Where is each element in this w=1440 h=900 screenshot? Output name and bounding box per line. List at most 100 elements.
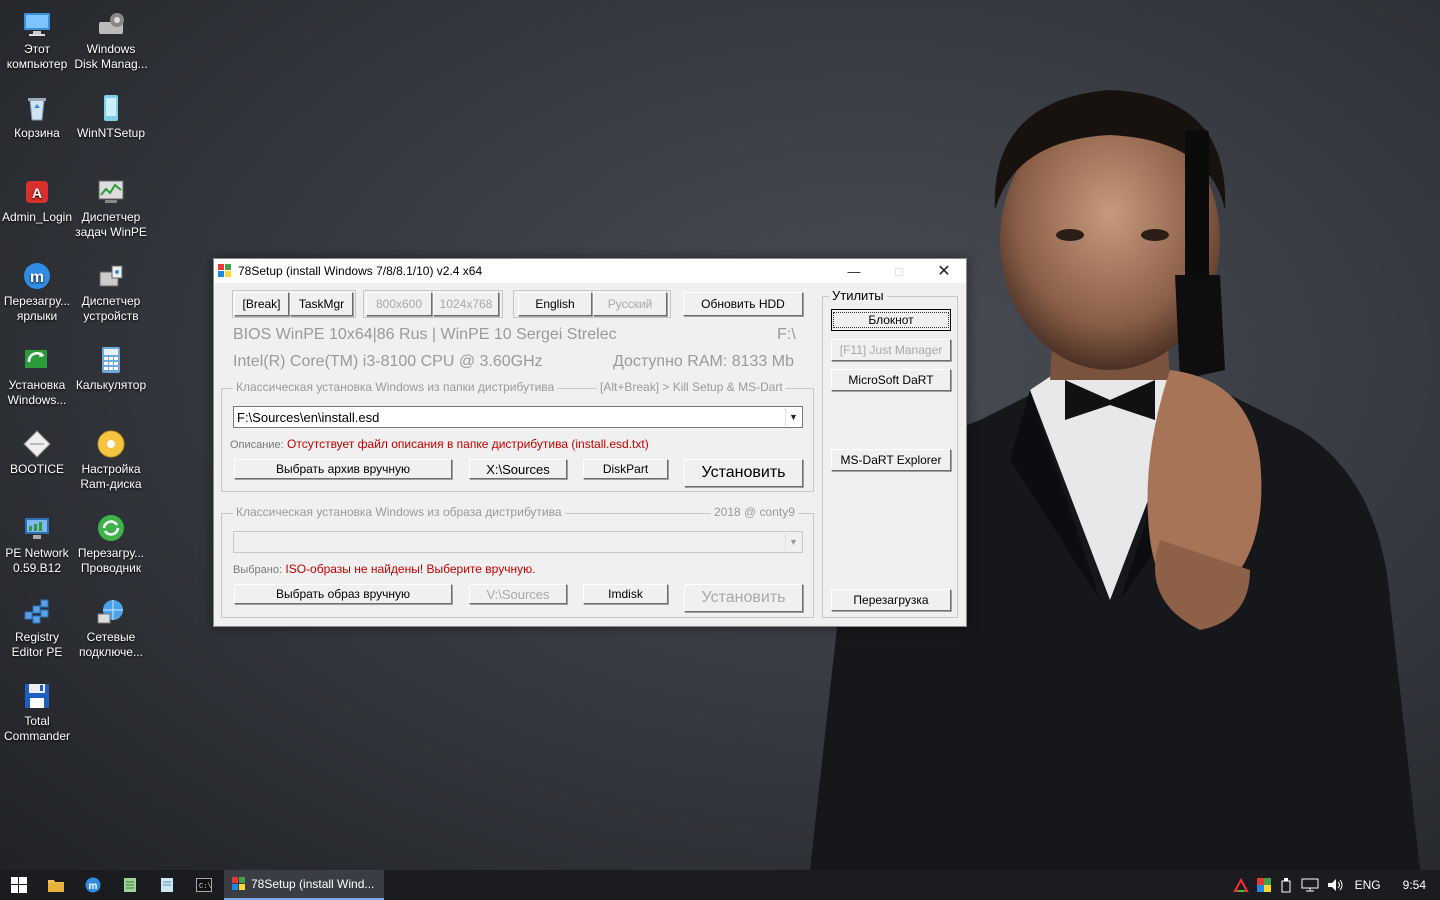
install-esd-combo[interactable]: F:\Sources\en\install.esd ▼ [233,406,803,428]
diskpart-button[interactable]: DiskPart [583,459,668,479]
install-button[interactable]: Установить [684,459,803,487]
desktop-icon-ramdisk[interactable]: Настройка Ram-диска [74,428,148,492]
desktop-icon-total-commander[interactable]: Total Commander [0,680,74,744]
total-commander-icon [21,680,53,712]
desktop-icon-computer[interactable]: Этот компьютер [0,8,74,72]
choose-image-button[interactable]: Выбрать образ вручную [234,584,452,604]
taskbar-m-button[interactable]: m [74,870,111,900]
res-800-button[interactable]: 800x600 [366,292,432,316]
desktop-icon-winntsetup[interactable]: WinNTSetup [74,92,148,141]
desktop-icon-network-connections[interactable]: Сетевые подключе... [74,596,148,660]
desktop-icon-label: WinNTSetup [76,126,146,140]
desktop-icon-task-manager[interactable]: Диспетчер задач WinPE [74,176,148,240]
choose-archive-button[interactable]: Выбрать архив вручную [234,459,452,479]
desktop-icon-label: Total Commander [3,714,71,743]
ms-dart-explorer-button[interactable]: MS-DaRT Explorer [831,449,951,471]
cpu-info: Intel(R) Core(TM) i3-8100 CPU @ 3.60GHz [233,353,543,370]
clock[interactable]: 9:54 [1403,878,1426,892]
winntsetup-icon [95,92,127,124]
color-grid-icon[interactable] [1256,878,1271,892]
tray-app-icon[interactable] [1232,878,1249,892]
install-image-button[interactable]: Установить [684,584,803,612]
english-button[interactable]: English [518,292,592,316]
taskbar-docs-button[interactable] [148,870,185,900]
notepad-button[interactable]: Блокнот [831,309,951,331]
svg-text:A: A [32,185,42,201]
taskbar-active-task[interactable]: 78Setup (install Wind... [224,870,384,900]
notepad-icon [123,878,136,892]
update-hdd-button[interactable]: Обновить HDD [683,292,803,316]
description-value: Отсутствует файл описания в папке дистри… [287,437,649,451]
desktop-icon-label: Настройка Ram-диска [80,462,142,491]
taskbar-cmd-button[interactable]: C:\ [185,870,222,900]
folder-install-legend: Классическая установка Windows из папки … [233,380,558,394]
desktop-icon-device-manager[interactable]: Диспетчер устройств [74,260,148,324]
taskbar-active-task-label: 78Setup (install Wind... [251,877,375,891]
kill-setup-hint: [Alt+Break] > Kill Setup & MS-Dart [597,380,786,394]
reboot-button[interactable]: Перезагрузка [831,589,951,611]
desktop-icon-install-windows[interactable]: Установка Windows... [0,344,74,408]
bootice-icon [21,428,53,460]
reload-shortcuts-icon: m [21,260,53,292]
network-connections-icon [95,596,127,628]
desktop-icon-label: BOOTICE [9,462,64,476]
res-1024-button[interactable]: 1024x768 [433,292,499,316]
break-button[interactable]: [Break] [234,292,289,316]
language-indicator[interactable]: ENG [1355,878,1381,892]
task-manager-icon [95,176,127,208]
desktop-icon-reload-explorer[interactable]: Перезагру... Проводник [74,512,148,576]
network-icon[interactable] [1301,878,1319,892]
iso-combo[interactable]: ▼ [233,531,803,553]
taskbar-notepad-button[interactable] [111,870,148,900]
desktop-icon-label: Перезагру... Проводник [77,546,145,575]
desktop-icon-label: Registry Editor PE [11,630,63,659]
close-icon[interactable]: ✕ [921,259,967,283]
desktop-icon-reload-shortcuts[interactable]: m Перезагру... ярлыки [0,260,74,324]
russian-button[interactable]: Русский [593,292,667,316]
v-sources-button[interactable]: V:\Sources [469,584,567,604]
desktop-icon-label: Диспетчер устройств [81,294,141,323]
minimize-icon[interactable]: — [831,259,877,283]
ms-dart-button[interactable]: MicroSoft DaRT [831,369,951,391]
recycle-bin-icon [21,92,53,124]
usb-drive-icon[interactable] [1281,877,1291,893]
chevron-down-icon[interactable]: ▼ [785,533,801,551]
reload-explorer-icon [95,512,127,544]
desktop-icon-admin-login[interactable]: A Admin_Login [0,176,74,225]
desktop-icon-label: Admin_Login [1,210,73,224]
disk-manager-icon [95,8,127,40]
selected-line: Выбрано: ISO-образы не найдены! Выберите… [233,562,535,576]
desktop-icon-label: Сетевые подключе... [79,630,143,659]
windows-logo-icon [10,877,27,893]
chevron-down-icon[interactable]: ▼ [785,408,801,426]
desktop-icon-label: Диспетчер задач WinPE [75,210,147,239]
ram-info: Доступно RAM: 8133 Mb [613,353,794,370]
x-sources-button[interactable]: X:\Sources [469,459,567,479]
desktop-icon-disk-manager[interactable]: Windows Disk Manag... [74,8,148,72]
drive-info: F:\ [777,326,796,343]
imdisk-button[interactable]: Imdisk [583,584,668,604]
start-button[interactable] [0,870,37,900]
pe-network-icon [21,512,53,544]
desktop-icon-label: Этот компьютер [6,42,68,71]
just-manager-button[interactable]: [F11] Just Manager [831,339,951,361]
m-app-icon: m [85,877,100,893]
desktop-icon-bootice[interactable]: BOOTICE [0,428,74,477]
desktop-icon-label: Windows Disk Manag... [74,42,148,71]
window-titlebar[interactable]: 78Setup (install Windows 7/8/8.1/10) v2.… [214,259,966,283]
volume-icon[interactable] [1327,878,1345,892]
image-install-legend: Классическая установка Windows из образа… [233,505,565,519]
selected-value: ISO-образы не найдены! Выберите вручную. [285,562,536,576]
install-windows-icon [21,344,53,376]
description-line: Описание: Отсутствует файл описания в па… [230,437,649,451]
taskmgr-button[interactable]: TaskMgr [290,292,353,316]
desktop-icon-pe-network[interactable]: PE Network 0.59.B12 [0,512,74,576]
desktop-icon-label: Калькулятор [75,378,147,392]
desktop-icon-label: PE Network 0.59.B12 [5,546,69,575]
desktop-icon-calculator[interactable]: Калькулятор [74,344,148,393]
svg-text:m: m [30,269,44,286]
desktop-icon-recycle-bin[interactable]: Корзина [0,92,74,141]
desktop-icon-registry-editor[interactable]: Registry Editor PE [0,596,74,660]
taskbar-explorer-button[interactable] [37,870,74,900]
desktop-icon-label: Корзина [14,126,60,140]
